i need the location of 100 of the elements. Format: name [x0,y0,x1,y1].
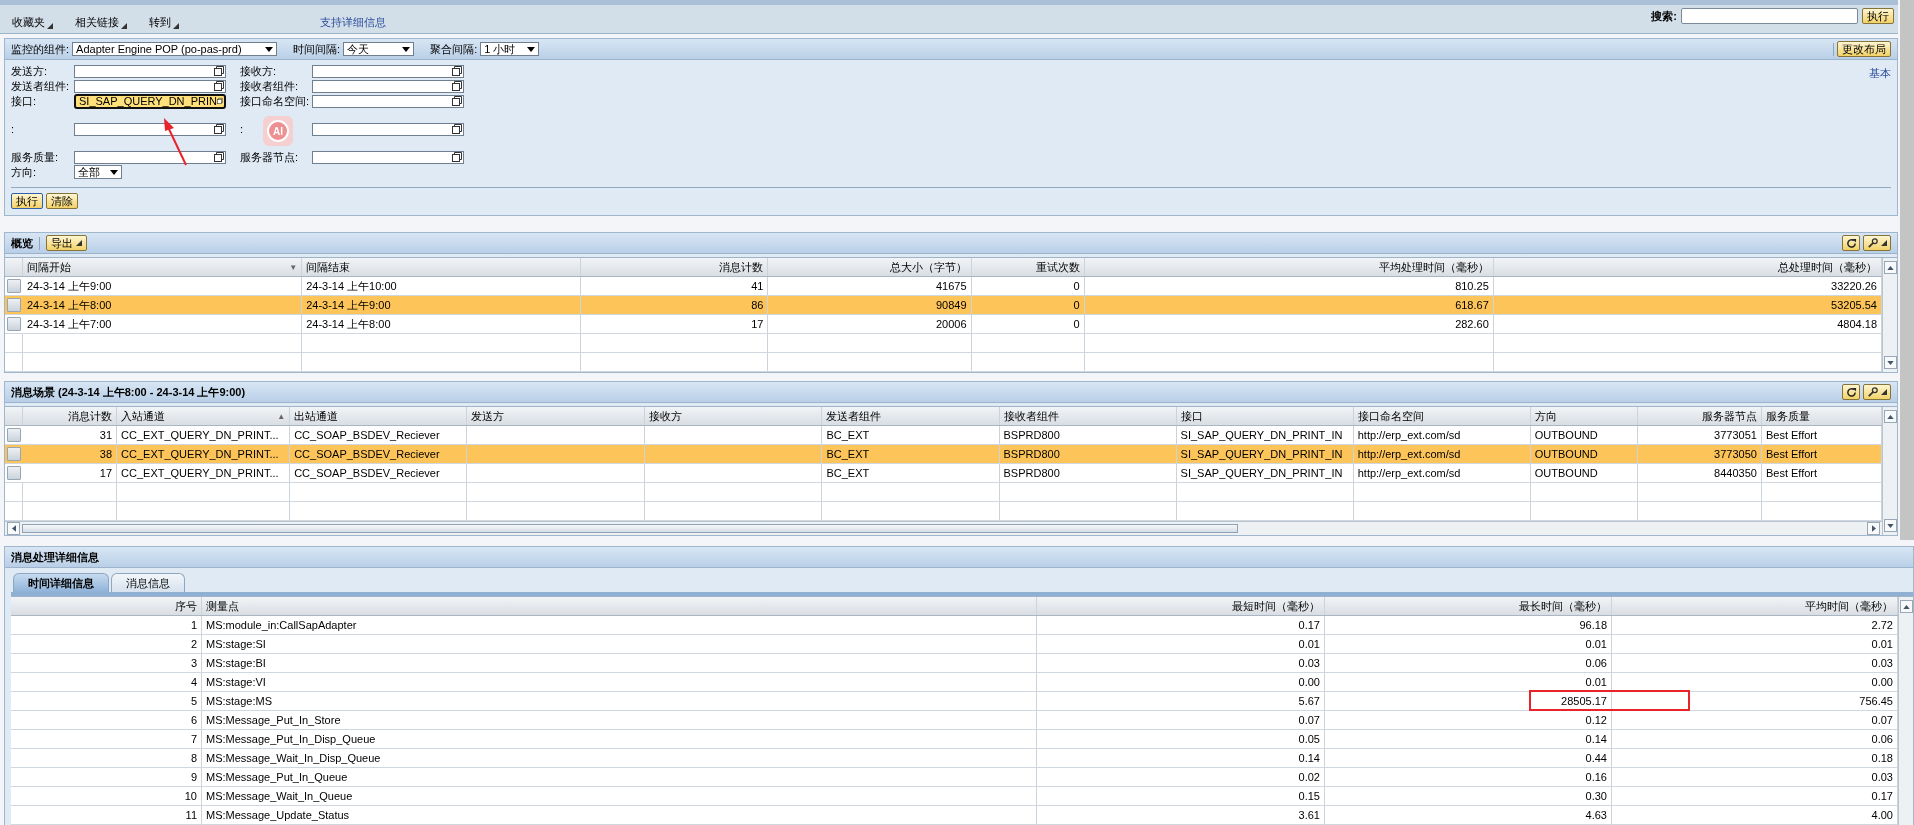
table-row[interactable]: 31 CC_EXT_QUERY_DN_PRINT... CC_SOAP_BSDEV_Reciever BC_EXT BSPRD800 SI_SAP_QUERY_DN_PRINT_IN http://erp_ext.com/sd OUTBOUND 3773051 Best Effort [5,426,1882,445]
value-help-icon[interactable] [214,124,224,134]
scroll-up-icon[interactable] [1886,414,1894,419]
table-row[interactable]: 9 MS:Message_Put_In_Queue 0.02 0.16 0.03 [11,768,1898,787]
column-header[interactable]: 出站通道 [290,407,468,425]
value-help-icon[interactable] [452,66,462,76]
value-help-icon[interactable] [216,96,223,106]
column-header[interactable]: 入站通道 ▲ [117,407,291,425]
column-header[interactable]: 间隔结束 [302,258,582,276]
scroll-up-icon[interactable] [1902,604,1910,609]
column-header[interactable]: 方向 [1530,407,1638,425]
tab[interactable]: 消息信息 [111,573,185,592]
value-help-icon[interactable] [214,152,224,162]
input-field[interactable] [312,150,464,164]
input-field[interactable] [312,122,464,136]
menu-button[interactable]: 转到 [143,8,185,31]
table-row[interactable]: 24-3-14 上午9:00 24-3-14 上午10:00 41 41675 0 810.25 33220.26 [5,277,1882,296]
column-header[interactable]: 消息计数 [23,407,118,425]
scroll-left-icon[interactable] [11,525,16,532]
scroll-right-icon[interactable] [1871,525,1876,532]
table-cell: 0.03 [1037,654,1325,672]
table-row[interactable]: 4 MS:stage:VI 0.00 0.01 0.00 [11,673,1898,692]
menu-button[interactable]: 相关链接 [69,8,133,31]
value-help-icon[interactable] [214,66,224,76]
refresh-button[interactable] [1842,384,1860,400]
dropdown[interactable]: 1 小时 [480,42,540,56]
menu-button[interactable]: 收藏夹 [6,8,59,31]
scroll-down-icon[interactable] [1886,523,1894,528]
settings-button[interactable] [1863,235,1891,251]
column-header[interactable]: 最长时间（毫秒） [1325,597,1612,615]
value-help-icon[interactable] [452,96,462,106]
page-scrollbar[interactable] [1900,0,1914,540]
table-cell: BC_EXT [822,464,1000,482]
column-header[interactable]: 接收方 [645,407,823,425]
table-row[interactable]: 1 MS:module_in:CallSapAdapter 0.17 96.18 2.72 [11,616,1898,635]
execute-button[interactable]: 执行 [11,193,43,209]
scroll-down-icon[interactable] [1886,360,1894,365]
input-field[interactable]: SI_SAP_QUERY_DN_PRIN [74,93,226,109]
clear-button[interactable]: 清除 [46,193,78,209]
scroll-up-icon[interactable] [1886,265,1894,270]
table-row[interactable]: 10 MS:Message_Wait_In_Queue 0.15 0.30 0.17 [11,787,1898,806]
vertical-scrollbar[interactable] [1882,407,1897,535]
column-header[interactable]: 最短时间（毫秒） [1037,597,1325,615]
input-field[interactable] [312,79,464,93]
column-header[interactable]: 接收者组件 [999,407,1177,425]
column-header[interactable]: 序号 [11,597,202,615]
table-row[interactable]: 5 MS:stage:MS 5.67 28505.17 756.45 [11,692,1898,711]
input-field[interactable] [74,150,226,164]
field-label: 发送方: [11,64,48,77]
column-header[interactable]: 测量点 [202,597,1037,615]
column-header[interactable]: 服务器节点 [1637,407,1762,425]
column-header[interactable]: 接口 [1176,407,1354,425]
table-cell: BSPRD800 [999,464,1177,482]
dropdown[interactable]: 全部 [74,165,122,179]
table-row[interactable]: 17 CC_EXT_QUERY_DN_PRINT... CC_SOAP_BSDEV_Reciever BC_EXT BSPRD800 SI_SAP_QUERY_DN_PRINT_IN http://erp_ext.com/sd OUTBOUND 8440350 Best Effort [5,464,1882,483]
column-header[interactable]: 发送方 [467,407,646,425]
input-field[interactable] [74,122,226,136]
vertical-scrollbar[interactable] [1882,258,1897,372]
export-button[interactable]: 导出 [46,235,87,251]
table-row[interactable]: 2 MS:stage:SI 0.01 0.01 0.01 [11,635,1898,654]
tab[interactable]: 时间详细信息 [13,573,109,592]
table-row[interactable]: 7 MS:Message_Put_In_Disp_Queue 0.05 0.14 0.06 [11,730,1898,749]
input-field[interactable] [312,94,464,108]
table-row[interactable]: 3 MS:stage:BI 0.03 0.06 0.03 [11,654,1898,673]
search-button[interactable]: 执行 [1862,8,1894,24]
table-row[interactable]: 6 MS:Message_Put_In_Store 0.07 0.12 0.07 [11,711,1898,730]
sort-indicator[interactable]: ▼ [289,262,298,272]
dropdown[interactable]: 今天 [343,42,415,56]
dropdown[interactable]: Adapter Engine POP (po-pas-prd) [72,42,278,56]
support-link[interactable]: 支持详细信息 [320,8,386,30]
table-row[interactable]: 24-3-14 上午7:00 24-3-14 上午8:00 17 20006 0 282.60 4804.18 [5,315,1882,334]
refresh-button[interactable] [1842,235,1860,251]
sort-indicator[interactable]: ▲ [277,411,286,421]
value-help-icon[interactable] [452,81,462,91]
change-layout-button[interactable]: 更改布局 [1837,41,1891,57]
column-header[interactable]: 发送者组件 [822,407,1000,425]
value-help-icon[interactable] [452,124,462,134]
value-help-icon[interactable] [452,152,462,162]
vertical-scrollbar[interactable] [1898,597,1913,825]
mode-link[interactable]: 基本 [1869,66,1891,81]
column-header[interactable]: 平均处理时间（毫秒） [1084,258,1494,276]
table-cell: MS:Message_Put_In_Store [202,711,1037,729]
input-field[interactable] [74,79,226,93]
column-header[interactable]: 间隔开始 ▼ [23,258,303,276]
table-row[interactable]: 11 MS:Message_Update_Status 3.61 4.63 4.00 [11,806,1898,825]
input-field[interactable] [74,64,226,78]
value-help-icon[interactable] [214,81,224,91]
column-header[interactable]: 重试次数 [971,258,1085,276]
input-field[interactable] [312,64,464,78]
horizontal-scrollbar[interactable] [5,521,1882,535]
table-cell: 0.17 [1037,616,1325,634]
column-header[interactable]: 消息计数 [581,258,769,276]
settings-button[interactable] [1863,384,1891,400]
table-row[interactable]: 8 MS:Message_Wait_In_Disp_Queue 0.14 0.44 0.18 [11,749,1898,768]
table-row[interactable]: 38 CC_EXT_QUERY_DN_PRINT... CC_SOAP_BSDEV_Reciever BC_EXT BSPRD800 SI_SAP_QUERY_DN_PRINT_IN http://erp_ext.com/sd OUTBOUND 3773050 Best Effort [5,445,1882,464]
column-header[interactable]: 接口命名空间 [1353,407,1531,425]
table-row[interactable]: 24-3-14 上午8:00 24-3-14 上午9:00 86 90849 0 618.67 53205.54 [5,296,1882,315]
caret-icon [121,23,127,29]
search-field[interactable] [1681,8,1858,24]
column-header[interactable]: 总大小（字节） [768,258,972,276]
